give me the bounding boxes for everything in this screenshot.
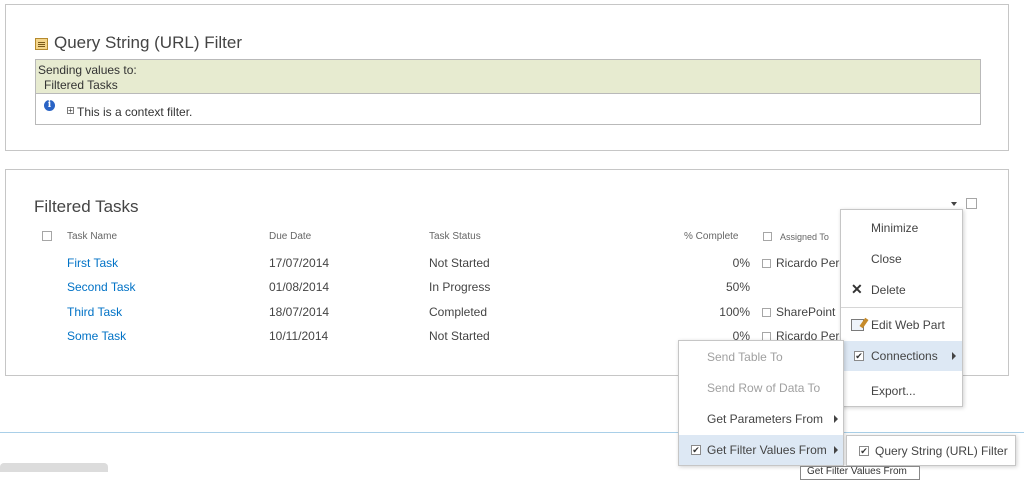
menu-item-minimize[interactable]: Minimize (841, 213, 962, 243)
task-name-link[interactable]: First Task (67, 256, 118, 270)
task-name-link[interactable]: Second Task (67, 280, 136, 294)
webpart-menu-dropdown-icon[interactable] (951, 202, 957, 206)
filter-source-submenu: ✔ Query String (URL) Filter (846, 435, 1016, 466)
webpart-menu: Minimize Close ✕ Delete Edit Web Part ✔ … (840, 209, 963, 407)
menu-item-close[interactable]: Close (841, 244, 962, 274)
column-header-task-status[interactable]: Task Status (429, 231, 481, 242)
assigned-presence-checkbox[interactable] (762, 259, 771, 268)
sending-values-target: Filtered Tasks (44, 78, 118, 92)
expand-icon[interactable]: + (67, 107, 74, 115)
menu-item-send-row-of-data-to: Send Row of Data To (707, 381, 821, 395)
assigned-to-cell[interactable]: Ricardo Pere (776, 256, 846, 270)
menu-item-query-string-filter[interactable]: ✔ Query String (URL) Filter (847, 436, 1015, 466)
tooltip: Get Filter Values From (800, 466, 920, 480)
percent-complete-cell: 50% (725, 280, 750, 294)
due-date-cell: 10/11/2014 (269, 329, 329, 343)
sending-values-banner: Sending values to: Filtered Tasks (36, 60, 980, 94)
filter-values-check-icon: ✔ (691, 445, 701, 455)
menu-item-edit-web-part[interactable]: Edit Web Part (841, 310, 962, 340)
due-date-cell: 17/07/2014 (269, 256, 330, 270)
menu-item-send-table-to: Send Table To (707, 350, 783, 364)
task-status-cell: In Progress (429, 280, 491, 294)
filter-webpart-icon (35, 38, 48, 50)
query-string-filter-webpart: Query String (URL) Filter Sending values… (5, 4, 1009, 151)
column-header-task-name[interactable]: Task Name (67, 231, 117, 242)
filter-info-box: Sending values to: Filtered Tasks i + Th… (35, 59, 981, 125)
delete-x-icon: ✕ (851, 281, 863, 297)
submenu-arrow-icon (834, 415, 838, 423)
menu-item-delete[interactable]: ✕ Delete (841, 275, 962, 305)
context-filter-note: This is a context filter. (77, 105, 193, 119)
horizontal-scrollbar[interactable] (0, 463, 108, 472)
menu-separator (841, 307, 962, 308)
percent-complete-cell: 100% (719, 305, 750, 319)
task-status-cell: Not Started (429, 256, 490, 270)
sending-values-label: Sending values to: (38, 63, 137, 77)
column-header-due-date[interactable]: Due Date (269, 231, 311, 242)
task-status-cell: Not Started (429, 329, 490, 343)
column-header-percent-complete[interactable]: % Complete (684, 231, 738, 242)
due-date-cell: 01/08/2014 (269, 280, 330, 294)
query-filter-check-icon: ✔ (859, 446, 869, 456)
column-header-assigned-to[interactable]: Assigned To (780, 232, 829, 242)
select-all-checkbox[interactable] (42, 231, 52, 241)
connections-submenu: Send Table To Send Row of Data To Get Pa… (678, 340, 844, 466)
filter-webpart-title: Query String (URL) Filter (54, 33, 242, 52)
due-date-cell: 18/07/2014 (269, 305, 330, 319)
webpart-select-checkbox[interactable] (966, 198, 977, 209)
task-status-cell: Completed (429, 305, 488, 319)
menu-item-connections[interactable]: ✔ Connections (841, 341, 962, 371)
page-divider (0, 432, 1024, 433)
percent-complete-cell: 0% (732, 256, 750, 270)
task-name-link[interactable]: Third Task (67, 305, 122, 319)
connections-check-icon: ✔ (854, 351, 864, 361)
info-icon: i (44, 100, 55, 111)
edit-web-part-icon (851, 319, 864, 331)
menu-item-get-filter-values-from[interactable]: ✔ Get Filter Values From (679, 435, 843, 465)
tasks-webpart-title: Filtered Tasks (34, 197, 139, 216)
assigned-to-cell[interactable]: SharePoint (776, 305, 835, 319)
assigned-presence-checkbox[interactable] (762, 308, 771, 317)
submenu-arrow-icon (952, 352, 956, 360)
submenu-arrow-icon (834, 446, 838, 454)
menu-item-export[interactable]: Export... (841, 376, 962, 406)
task-name-link[interactable]: Some Task (67, 329, 126, 343)
menu-item-get-parameters-from[interactable]: Get Parameters From (679, 404, 843, 434)
assigned-header-checkbox[interactable] (763, 232, 772, 241)
